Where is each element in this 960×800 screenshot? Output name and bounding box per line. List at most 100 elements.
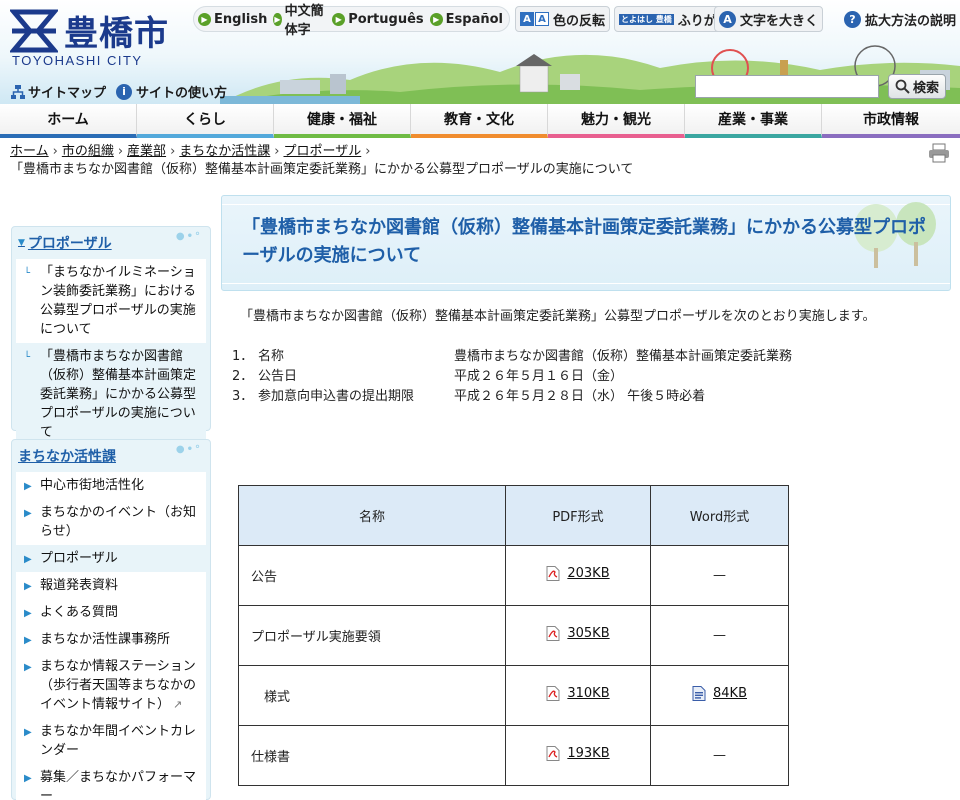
nav-living[interactable]: くらし [137,104,274,138]
pdf-file-icon [546,746,560,761]
color-invert-icon: AA [520,12,550,26]
bubbles-decoration-icon: ●•° [175,231,202,242]
triangle-right-icon: ▶ [24,608,32,619]
color-invert-button[interactable]: AA 色の反転 [515,6,611,32]
breadcrumb-home[interactable]: ホーム [10,144,49,159]
site-logo[interactable]: 豊橋市 [64,6,169,55]
sidebar-item-info-station[interactable]: ▶ まちなか情報ステーション（歩行者天国等まちなかのイベント情報サイト） ↗ [16,653,206,718]
sidebar-item-events[interactable]: ▶ まちなかのイベント（お知らせ） [16,499,206,545]
nav-city-info[interactable]: 市政情報 [822,104,960,138]
table-row: プロポーザル実施要領 305KB — [238,605,789,666]
triangle-down-icon: ▼ [18,238,25,248]
city-emblem-icon [10,9,58,53]
file-name-cell: 公告 [238,545,506,606]
breadcrumb-proposal[interactable]: プロポーザル [283,144,361,159]
sidebar-item-press-releases[interactable]: ▶ 報道発表資料 [16,572,206,599]
triangle-right-icon: ▶ [24,635,32,646]
print-icon[interactable] [928,143,950,163]
sidebar-item-downtown-revitalization[interactable]: ▶ 中心市街地活性化 [16,472,206,499]
word-cell: — [650,605,789,666]
nav-home[interactable]: ホーム [0,104,137,138]
sidebar-proposal-list: └ 「まちなかイルミネーション装飾委託業務」における公募型プロポーザルの実施につ… [16,259,206,446]
files-table: 名称 PDF形式 Word形式 公告 203KB — プロポーザル実施要領 30… [238,485,789,786]
info-icon: i [116,83,133,100]
sidebar-item-faq[interactable]: ▶ よくある質問 [16,599,206,626]
sidebar-section-heading[interactable]: まちなか活性課 ●•° [12,440,210,472]
search-input[interactable] [695,75,879,98]
arrow-right-icon: ▶ [198,12,211,26]
search-icon [895,79,910,94]
sidebar-item-illumination-proposal[interactable]: └ 「まちなかイルミネーション装飾委託業務」における公募型プロポーザルの実施につ… [16,259,206,343]
sidebar-section-box: まちなか活性課 ●•° ▶ 中心市街地活性化 ▶ まちなかのイベント（お知らせ） ▶… [11,439,211,800]
word-cell: 84KB [650,665,789,726]
text-size-icon: A [719,10,736,28]
column-header-word: Word形式 [650,485,789,546]
triangle-right-icon: ▶ [24,773,32,784]
sitemap-link[interactable]: サイトマップ [10,82,106,101]
pdf-download-link[interactable]: 305KB [546,626,610,641]
enlarge-help-button[interactable]: ? 拡大方法の説明 [840,6,960,32]
column-header-pdf: PDF形式 [505,485,651,546]
language-bar: ▶ English ▶ 中文簡体字 ▶ Português ▶ Español [193,4,510,38]
utility-links: サイトマップ i サイトの使い方 [10,82,237,101]
file-name-cell: 仕様書 [238,725,506,786]
lang-portuguese[interactable]: ▶ Português [332,12,424,27]
pdf-download-link[interactable]: 203KB [546,566,610,581]
column-header-name: 名称 [238,485,506,546]
nav-industry[interactable]: 産業・事業 [685,104,822,138]
triangle-right-icon: ▶ [24,554,32,565]
sidebar-proposal-box: ▼ プロポーザル ●•° └ 「まちなかイルミネーション装飾委託業務」における公… [11,226,211,446]
sidebar-item-office[interactable]: ▶ まちなか活性課事務所 [16,626,206,653]
word-download-link[interactable]: 84KB [692,686,747,701]
sidebar-proposal-heading[interactable]: ▼ プロポーザル ●•° [12,227,210,259]
breadcrumb-organization[interactable]: 市の組織 [62,144,114,159]
chevron-right-icon: › [365,144,371,159]
help-icon: ? [844,10,861,28]
sidebar-item-event-calendar[interactable]: ▶ まちなか年間イベントカレンダー [16,718,206,764]
file-name-cell: 様式 [238,665,506,726]
pdf-download-link[interactable]: 310KB [546,686,610,701]
search-button[interactable]: 検索 [888,74,946,99]
triangle-right-icon: ▶ [24,662,32,673]
global-navigation: ホーム くらし 健康・福祉 教育・文化 魅力・観光 産業・事業 市政情報 [0,104,960,138]
arrow-right-icon: ▶ [332,12,346,26]
chevron-right-icon: › [170,144,176,159]
breadcrumb-industry-dept[interactable]: 産業部 [127,144,166,159]
breadcrumb-current: 「豊橋市まちなか図書館（仮称）整備基本計画策定委託業務」にかかる公募型プロポーザ… [10,162,634,177]
site-header: 豊橋市 TOYOHASHI CITY ▶ English ▶ 中文簡体字 ▶ Port… [0,0,960,104]
triangle-right-icon: ▶ [24,508,32,519]
lang-english[interactable]: ▶ English [198,12,267,27]
sidebar-item-library-proposal[interactable]: └ 「豊橋市まちなか図書館（仮称）整備基本計画策定委託業務」にかかる公募型プロポ… [16,343,206,446]
nav-health-welfare[interactable]: 健康・福祉 [274,104,411,138]
pdf-cell: 310KB [505,665,651,726]
site-logo-subtitle: TOYOHASHI CITY [12,53,143,68]
pdf-cell: 203KB [505,545,651,606]
chevron-right-icon: › [52,144,58,159]
sidebar-item-performer-recruit[interactable]: ▶ 募集／まちなかパフォーマー [16,764,206,800]
sitemap-icon [11,84,25,99]
triangle-right-icon: ▶ [24,727,32,738]
nav-education-culture[interactable]: 教育・文化 [411,104,548,138]
external-link-icon: ↗ [173,698,183,711]
word-cell: — [650,725,789,786]
info-row-deadline: 3． 参加意向申込書の提出期限 平成２６年５月２８日（水） 午後５時必着 [232,389,706,404]
triangle-right-icon: ▶ [24,581,32,592]
breadcrumb-machinaka-section[interactable]: まちなか活性課 [179,144,270,159]
pdf-download-link[interactable]: 193KB [546,746,610,761]
pdf-cell: 305KB [505,605,651,666]
page-title: 「豊橋市まちなか図書館（仮称）整備基本計画策定委託業務」にかかる公募型プロポーザ… [242,217,926,266]
arrow-right-icon: ▶ [429,12,443,26]
arrow-right-icon: ▶ [273,12,282,26]
lang-spanish[interactable]: ▶ Español [429,12,503,27]
nav-tourism[interactable]: 魅力・観光 [548,104,685,138]
pdf-file-icon [546,626,560,641]
enlarge-text-button[interactable]: A 文字を大きく [714,6,824,32]
pdf-file-icon [546,686,560,701]
site-usage-link[interactable]: i サイトの使い方 [116,82,227,101]
sidebar-item-proposal[interactable]: ▶ プロポーザル [16,545,206,572]
page-title-box: 「豊橋市まちなか図書館（仮称）整備基本計画策定委託業務」にかかる公募型プロポーザ… [221,195,951,291]
info-row-announce-date: 2． 公告日 平成２６年５月１６日（金） [232,369,624,384]
furigana-icon: とよはし 豊橋 [619,13,674,25]
list-corner-icon: └ [24,268,31,279]
pdf-cell: 193KB [505,725,651,786]
